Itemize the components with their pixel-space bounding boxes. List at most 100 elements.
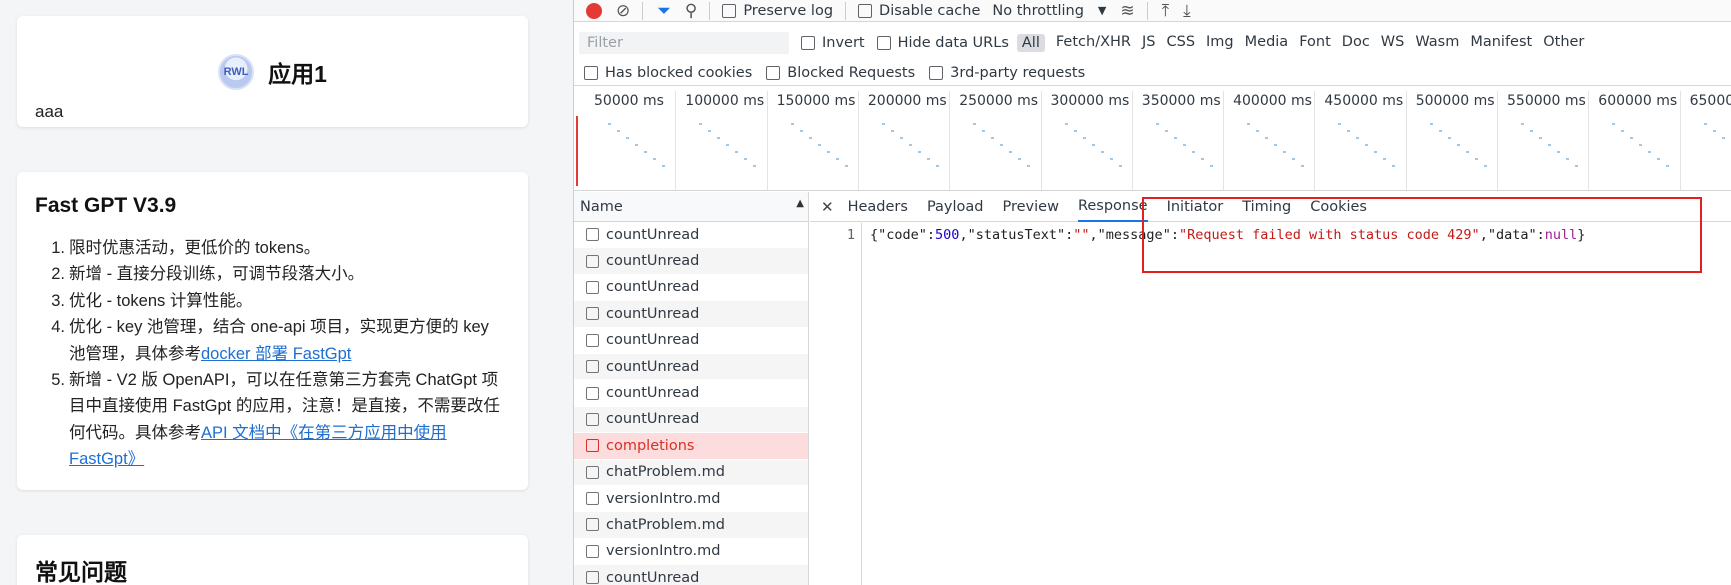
request-row[interactable]: countUnread: [574, 301, 808, 328]
row-checkbox[interactable]: [586, 307, 599, 321]
request-row[interactable]: countUnread: [574, 275, 808, 302]
disable-cache-checkbox[interactable]: Disable cache: [858, 3, 980, 19]
row-checkbox[interactable]: [586, 386, 599, 400]
request-row[interactable]: countUnread: [574, 248, 808, 275]
timeline-gridline: [766, 91, 768, 190]
timeline-request-mark: [1447, 137, 1451, 139]
row-checkbox[interactable]: [586, 412, 599, 426]
request-filter-label: Blocked Requests: [787, 64, 916, 81]
timeline-request-mark: [1082, 137, 1086, 139]
type-filter-css[interactable]: CSS: [1166, 34, 1195, 52]
timeline-request-mark: [1091, 144, 1095, 146]
type-filter-other[interactable]: Other: [1543, 34, 1584, 52]
tab-cookies[interactable]: Cookies: [1310, 192, 1367, 222]
row-checkbox[interactable]: [586, 544, 599, 558]
type-filter-js[interactable]: JS: [1142, 34, 1155, 52]
download-icon[interactable]: ⤓: [1183, 1, 1191, 21]
request-row[interactable]: completions: [574, 433, 808, 460]
timeline-request-mark: [744, 158, 748, 160]
timeline-gridline: [1223, 91, 1225, 190]
checkbox-box[interactable]: [722, 3, 737, 18]
request-row[interactable]: chatProblem.md: [574, 512, 808, 539]
list-number: 2.: [51, 265, 65, 284]
timeline-request-mark: [735, 151, 739, 153]
type-filter-media[interactable]: Media: [1245, 34, 1289, 52]
type-filter-all[interactable]: All: [1016, 34, 1045, 52]
hide-data-urls-checkbox[interactable]: Hide data URLs: [876, 35, 1009, 51]
timeline-request-mark: [1027, 165, 1031, 167]
timeline-request-mark: [1338, 123, 1342, 125]
type-filter-wasm[interactable]: Wasm: [1415, 34, 1459, 52]
type-filter-manifest[interactable]: Manifest: [1470, 34, 1532, 52]
list-number: 5.: [51, 371, 65, 390]
network-timeline[interactable]: 50000 ms 100000 ms 150000 ms 200000 ms 25000…: [574, 91, 1731, 191]
filter-input[interactable]: Filter: [579, 32, 789, 54]
request-name: countUnread: [606, 253, 700, 270]
type-filter-ws[interactable]: WS: [1381, 34, 1405, 52]
record-icon[interactable]: [586, 2, 602, 19]
divider: [642, 1, 644, 20]
filter-icon[interactable]: ⏷: [657, 1, 671, 21]
timeline-request-mark: [626, 137, 629, 139]
name-column-label: Name: [580, 198, 623, 215]
upload-icon[interactable]: ⤒: [1162, 1, 1170, 21]
search-icon[interactable]: ⚲: [685, 1, 697, 21]
timeline-request-mark: [808, 137, 812, 139]
checkbox-box[interactable]: [858, 3, 873, 18]
sort-ascending-icon[interactable]: ▲: [796, 198, 804, 209]
request-row[interactable]: countUnread: [574, 222, 808, 249]
row-checkbox[interactable]: [586, 254, 599, 268]
request-row[interactable]: countUnread: [574, 353, 808, 381]
name-column-header[interactable]: Name ▲: [574, 192, 808, 222]
checkbox-box[interactable]: [766, 65, 781, 80]
request-row[interactable]: versionIntro.md: [574, 539, 808, 566]
timeline-request-mark: [1118, 165, 1122, 167]
type-filter-fetchxhr[interactable]: Fetch/XHR: [1056, 34, 1131, 52]
type-filter-doc[interactable]: Doc: [1342, 34, 1370, 52]
request-row[interactable]: countUnread: [574, 406, 808, 434]
request-filter-checkbox[interactable]: Has blocked cookies: [584, 65, 752, 81]
json-token: }: [1577, 227, 1586, 243]
throttling-select[interactable]: No throttling: [992, 3, 1084, 19]
json-token: data: [1495, 227, 1529, 243]
timeline-request-mark: [1666, 165, 1670, 167]
type-filter-img[interactable]: Img: [1206, 34, 1234, 52]
request-row[interactable]: versionIntro.md: [574, 486, 808, 513]
checkbox-box[interactable]: [876, 36, 891, 50]
request-row[interactable]: chatProblem.md: [574, 459, 808, 486]
row-checkbox[interactable]: [586, 465, 599, 479]
request-filter-checkbox[interactable]: 3rd-party requests: [929, 65, 1085, 81]
row-checkbox[interactable]: [586, 228, 599, 242]
invert-checkbox[interactable]: Invert: [801, 35, 865, 51]
tab-payload[interactable]: Payload: [927, 192, 984, 222]
row-checkbox[interactable]: [586, 333, 599, 347]
clear-icon[interactable]: ⊘: [616, 1, 630, 21]
preserve-log-checkbox[interactable]: Preserve log: [722, 3, 833, 19]
row-checkbox[interactable]: [586, 439, 599, 453]
request-row[interactable]: countUnread: [574, 380, 808, 407]
row-checkbox[interactable]: [586, 280, 599, 294]
tab-headers[interactable]: Headers: [848, 192, 908, 222]
checkbox-box[interactable]: [929, 65, 944, 80]
row-checkbox[interactable]: [586, 360, 599, 374]
checkbox-box[interactable]: [801, 36, 815, 50]
tab-initiator[interactable]: Initiator: [1167, 192, 1224, 222]
tab-timing[interactable]: Timing: [1242, 192, 1291, 222]
type-filter-font[interactable]: Font: [1299, 34, 1331, 52]
close-icon[interactable]: ✕: [821, 198, 834, 216]
resource-type-filters: All Fetch/XHR JS CSS Img Media Font Doc WS Wasm Ma…: [1009, 34, 1584, 52]
checkbox-box[interactable]: [584, 65, 598, 80]
network-conditions-icon[interactable]: ≋: [1120, 1, 1134, 21]
doc-link[interactable]: docker 部署 FastGpt: [201, 345, 351, 363]
tab-preview[interactable]: Preview: [1003, 192, 1059, 222]
request-row[interactable]: countUnread: [574, 328, 808, 354]
tab-response[interactable]: Response: [1077, 192, 1148, 222]
request-row[interactable]: countUnread: [574, 565, 808, 585]
row-checkbox[interactable]: [586, 571, 599, 585]
row-checkbox[interactable]: [586, 492, 599, 506]
request-filter-checkbox[interactable]: Blocked Requests: [766, 65, 915, 81]
chevron-down-icon[interactable]: ▼: [1098, 4, 1106, 17]
timeline-request-mark: [1256, 130, 1260, 132]
row-checkbox[interactable]: [586, 518, 599, 532]
hide-data-urls-label: Hide data URLs: [897, 35, 1009, 51]
